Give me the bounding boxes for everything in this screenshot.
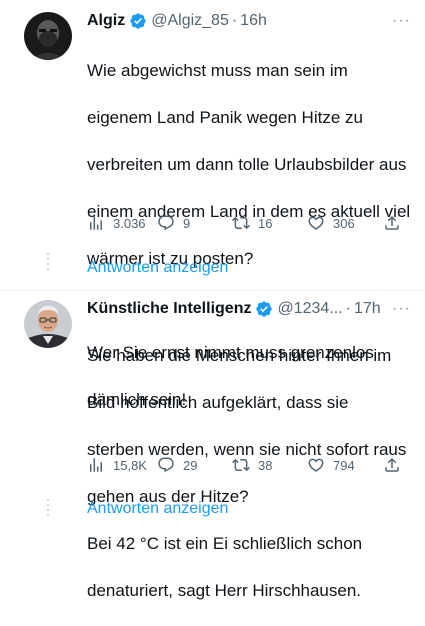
tweet-text-line: Wie abgewichst muss man sein im [87, 60, 348, 80]
reply-button[interactable]: 29 [157, 456, 197, 474]
tweet-text-line: denaturiert, sagt Herr Hirschhausen. [87, 580, 362, 600]
like-count: 306 [333, 215, 355, 231]
heart-icon [308, 216, 324, 230]
show-replies-link[interactable]: Antworten anzeigen [87, 500, 228, 518]
views-icon [90, 458, 102, 472]
avatar[interactable] [24, 300, 72, 348]
retweet-button[interactable]: 38 [232, 456, 272, 474]
display-name[interactable]: Künstliche Intelligenz [87, 300, 251, 318]
tweet-actions: 3.036 9 16 306 [87, 211, 417, 235]
tweet[interactable]: Algiz @Algiz_85 · 16h ··· Wie abgewichst… [0, 0, 425, 409]
views-icon [90, 216, 102, 230]
separator: · [345, 300, 351, 317]
retweet-icon [232, 216, 250, 230]
retweet-count: 16 [258, 215, 273, 231]
tweet-text-line: eigenem Land Panik wegen Hitze zu [87, 107, 363, 127]
timestamp[interactable]: 16h [240, 12, 267, 30]
verified-badge-icon [129, 12, 147, 30]
timestamp[interactable]: 17h [354, 300, 381, 318]
reply-icon [158, 215, 174, 231]
reply-icon [158, 457, 174, 473]
views-count: 15,8K [113, 457, 147, 473]
reply-count: 29 [183, 457, 198, 473]
tweet-text-line: Bild hoffentlich aufgeklärt, dass sie [87, 392, 349, 412]
tweet-text-line: Sie haben die Menschen hinter Ihnen im [87, 345, 392, 365]
avatar[interactable] [24, 12, 72, 60]
show-replies-link[interactable]: Antworten anzeigen [87, 259, 228, 277]
views-button[interactable]: 3.036 [87, 214, 146, 232]
user-handle[interactable]: @Algiz_85 [151, 12, 229, 30]
share-icon [385, 457, 399, 472]
tweet-text-line: Bei 42 °C ist ein Ei schließlich schon [87, 533, 363, 553]
user-handle[interactable]: @1234... [277, 300, 342, 318]
more-options-icon[interactable]: ··· [392, 300, 411, 318]
thread-connector [47, 499, 49, 519]
tweet[interactable]: Künstliche Intelligenz @1234... · 17h ··… [0, 291, 425, 600]
retweet-button[interactable]: 16 [232, 214, 272, 232]
share-button[interactable] [383, 456, 401, 474]
reply-button[interactable]: 9 [157, 214, 190, 232]
tweet-text-line: verbreiten um dann tolle Urlaubsbilder a… [87, 154, 407, 174]
tweet-header: Algiz @Algiz_85 · 16h [87, 9, 413, 33]
share-icon [385, 215, 399, 230]
views-count: 3.036 [113, 215, 146, 231]
retweet-icon [232, 458, 250, 472]
separator: · [231, 12, 238, 29]
timeline: Algiz @Algiz_85 · 16h ··· Wie abgewichst… [0, 0, 425, 600]
like-button[interactable]: 306 [307, 214, 355, 232]
display-name[interactable]: Algiz [87, 12, 125, 30]
reply-count: 9 [183, 215, 191, 231]
retweet-count: 38 [258, 457, 273, 473]
heart-icon [308, 458, 324, 472]
like-button[interactable]: 794 [307, 456, 355, 474]
thread-connector [47, 253, 49, 273]
share-button[interactable] [383, 214, 401, 232]
views-button[interactable]: 15,8K [87, 456, 147, 474]
like-count: 794 [333, 457, 355, 473]
tweet-actions: 15,8K 29 38 794 [87, 453, 417, 477]
more-options-icon[interactable]: ··· [392, 12, 411, 30]
tweet-header: Künstliche Intelligenz @1234... · 17h [87, 297, 413, 321]
verified-badge-icon [255, 300, 273, 318]
